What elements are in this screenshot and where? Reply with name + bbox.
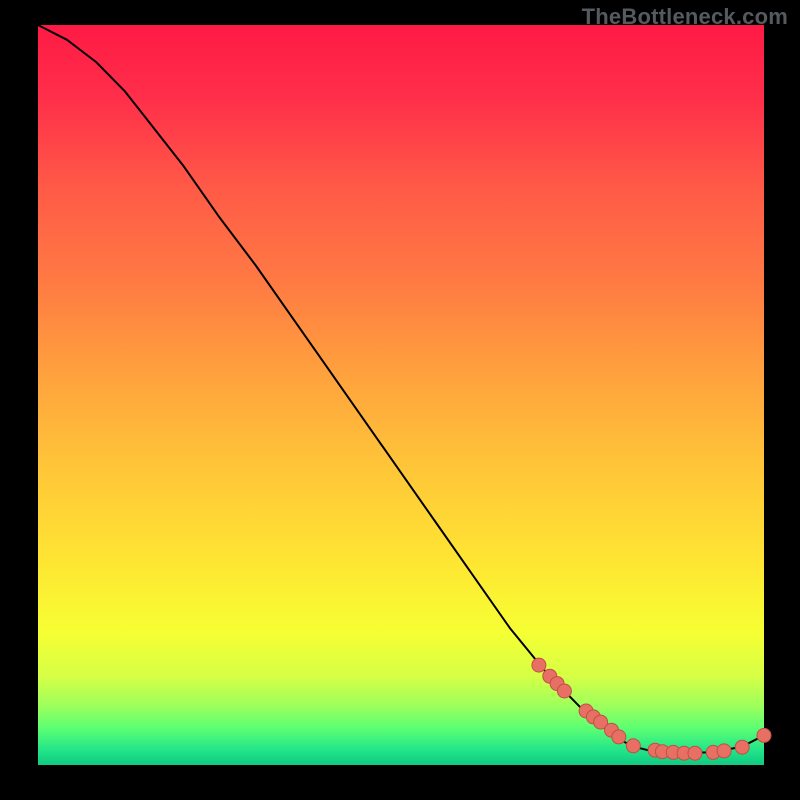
data-marker — [532, 658, 546, 672]
data-marker — [735, 740, 749, 754]
data-marker — [717, 744, 731, 758]
bottleneck-curve-chart — [0, 0, 800, 800]
watermark-text: TheBottleneck.com — [582, 4, 788, 30]
data-marker — [757, 728, 771, 742]
chart-stage: TheBottleneck.com — [0, 0, 800, 800]
data-marker — [688, 746, 702, 760]
data-marker — [557, 684, 571, 698]
plot-background — [38, 25, 764, 765]
data-marker — [612, 730, 626, 744]
data-marker — [626, 739, 640, 753]
